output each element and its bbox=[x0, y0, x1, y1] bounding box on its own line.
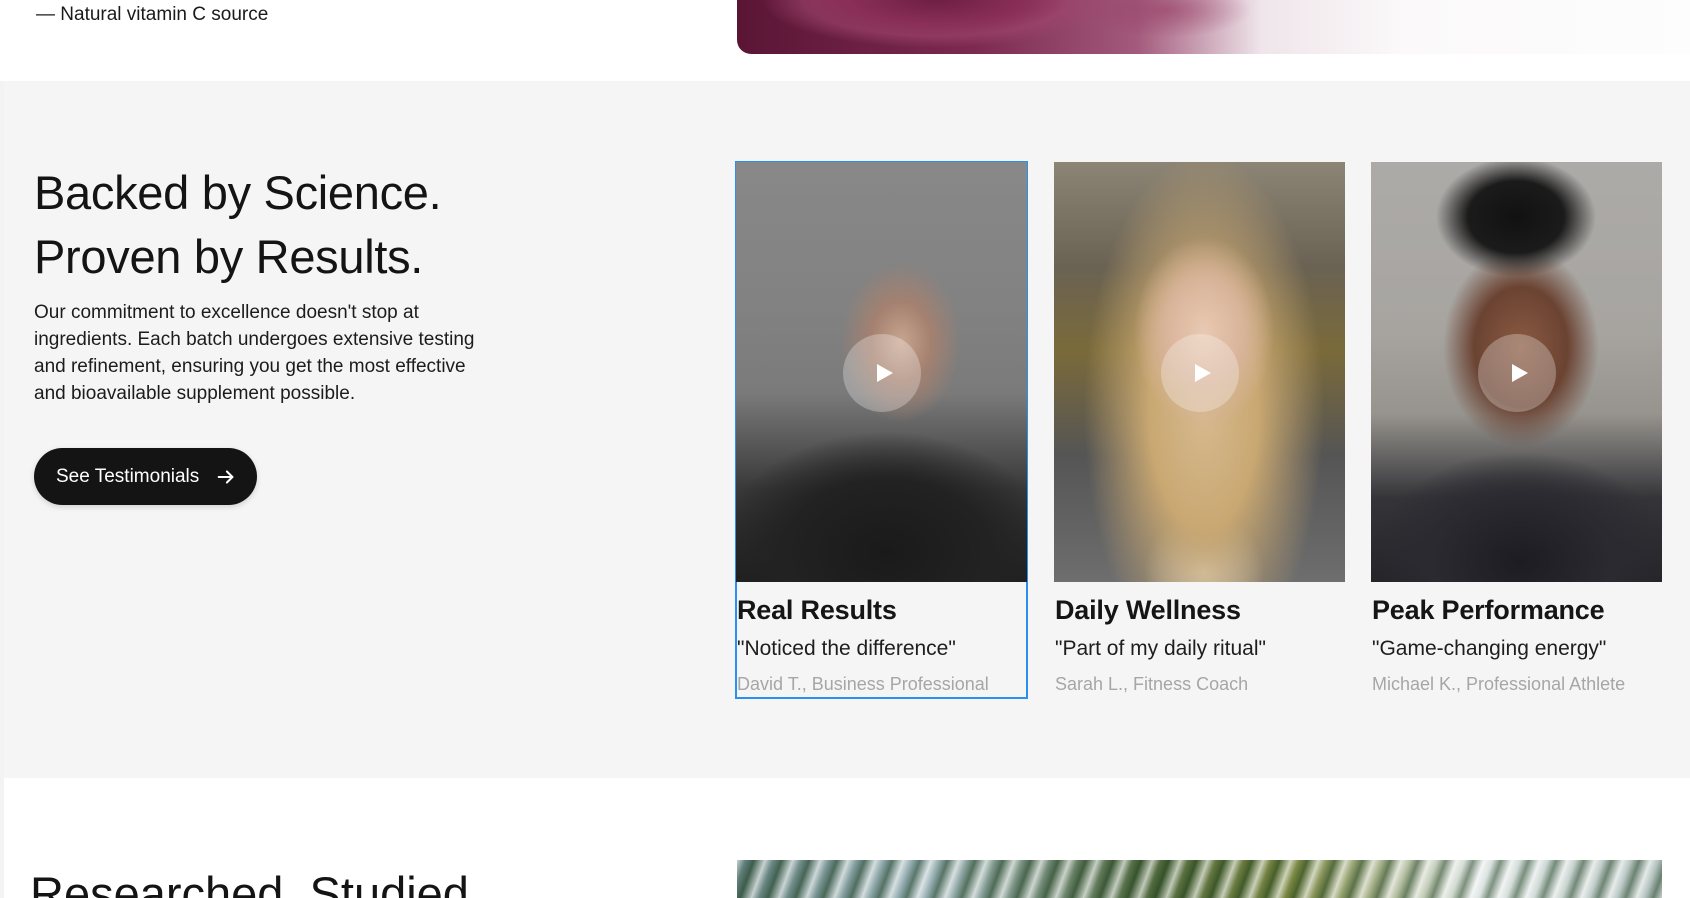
testimonial-video-thumbnail[interactable] bbox=[1371, 162, 1662, 582]
play-icon bbox=[1195, 364, 1211, 382]
research-section: Researched. Studied bbox=[4, 778, 1690, 898]
research-headline: Researched. Studied bbox=[30, 867, 469, 898]
ingredient-benefit-text: — Natural vitamin C source bbox=[36, 4, 269, 25]
headline-line-2: Proven by Results. bbox=[34, 230, 424, 283]
testimonial-author: Sarah L., Fitness Coach bbox=[1055, 674, 1249, 694]
powder-image bbox=[737, 0, 1690, 54]
section-description: Our commitment to excellence doesn't sto… bbox=[34, 302, 475, 404]
section-headline: Backed by Science. Proven by Results. bbox=[34, 161, 442, 289]
play-icon bbox=[877, 364, 893, 382]
play-button[interactable] bbox=[1478, 334, 1556, 412]
headline-line-1: Backed by Science. bbox=[34, 166, 442, 219]
science-section: Backed by Science. Proven by Results. Ou… bbox=[4, 81, 1690, 778]
see-testimonials-button[interactable]: See Testimonials bbox=[34, 448, 257, 505]
testimonial-title: Peak Performance bbox=[1372, 595, 1605, 625]
testimonial-quote: "Part of my daily ritual" bbox=[1055, 637, 1266, 660]
testimonial-quote: "Game-changing energy" bbox=[1372, 637, 1607, 660]
testimonial-author: David T., Business Professional bbox=[737, 674, 989, 694]
research-image bbox=[737, 860, 1662, 898]
testimonial-card-daily-wellness[interactable]: Daily Wellness "Part of my daily ritual"… bbox=[1054, 162, 1345, 698]
testimonial-title: Daily Wellness bbox=[1055, 595, 1241, 625]
see-testimonials-label: See Testimonials bbox=[56, 465, 200, 487]
testimonial-card-peak-performance[interactable]: Peak Performance "Game-changing energy" … bbox=[1371, 162, 1662, 698]
testimonial-video-thumbnail[interactable] bbox=[1054, 162, 1345, 582]
testimonial-author: Michael K., Professional Athlete bbox=[1372, 674, 1626, 694]
play-icon bbox=[1512, 364, 1528, 382]
testimonial-video-thumbnail[interactable] bbox=[736, 162, 1027, 582]
play-button[interactable] bbox=[843, 334, 921, 412]
testimonial-card-real-results[interactable]: Real Results "Noticed the difference" Da… bbox=[735, 161, 1028, 699]
ingredient-section-bottom: — Natural vitamin C source bbox=[0, 0, 1690, 81]
testimonial-quote: "Noticed the difference" bbox=[737, 637, 956, 660]
page: — Natural vitamin C source Backed by Sci… bbox=[0, 0, 1690, 898]
play-button[interactable] bbox=[1161, 334, 1239, 412]
testimonial-title: Real Results bbox=[737, 595, 897, 625]
arrow-right-icon bbox=[217, 469, 234, 484]
